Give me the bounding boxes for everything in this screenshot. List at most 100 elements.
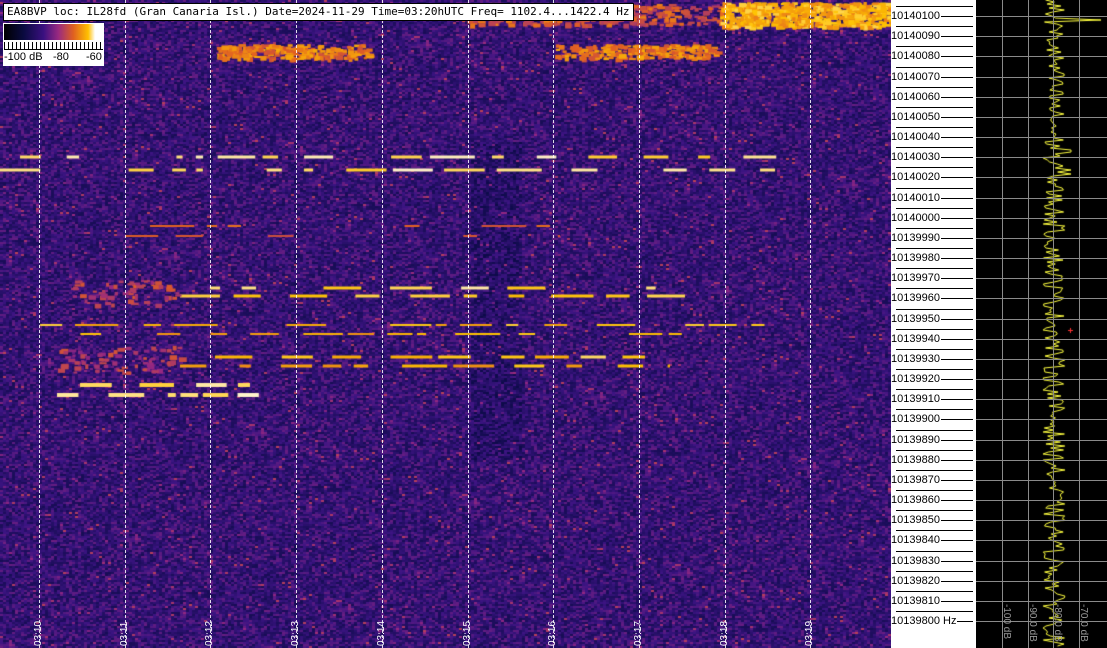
freq-tick-minor (896, 510, 973, 511)
power-gridline (976, 561, 1107, 562)
spectrogram (0, 0, 891, 648)
power-gridline (976, 379, 1107, 380)
color-scale-legend: -100 dB -80 -60 (3, 23, 104, 66)
time-gridline (639, 0, 640, 648)
freq-tick-minor (896, 611, 973, 612)
freq-label: 10139930 (891, 353, 941, 365)
freq-tick-minor (896, 228, 973, 229)
power-gridline (976, 298, 1107, 299)
power-db-label: -70.0 dB (1078, 604, 1089, 642)
power-gridline (976, 56, 1107, 57)
time-gridline (125, 0, 126, 648)
freq-tick-minor (896, 288, 973, 289)
freq-tick-minor (896, 188, 973, 189)
power-gridline (976, 520, 1107, 521)
time-gridline (468, 0, 469, 648)
power-gridline (976, 419, 1107, 420)
time-label: 03:13 (290, 620, 301, 646)
freq-tick-minor (896, 430, 973, 431)
power-gridline (976, 238, 1107, 239)
freq-label: 10139970 (891, 272, 941, 284)
power-gridline (976, 500, 1107, 501)
freq-label: 10139990 (891, 232, 941, 244)
time-gridline (39, 0, 40, 648)
freq-label: 10139910 (891, 393, 941, 405)
power-gridline (976, 177, 1107, 178)
freq-tick-minor (896, 6, 973, 7)
power-gridline (976, 440, 1107, 441)
freq-label: 10139820 (891, 575, 941, 587)
freq-tick-minor (896, 87, 973, 88)
freq-tick-minor (896, 490, 973, 491)
color-scale-ticks (4, 42, 103, 50)
freq-label: 10140010 (891, 192, 941, 204)
scale-label-mid: -80 (53, 51, 69, 63)
freq-label: 10140020 (891, 171, 941, 183)
freq-tick-minor (896, 26, 973, 27)
time-label: 03:18 (719, 620, 730, 646)
grabber-header: EA8BVP loc: IL28fd (Gran Canaria Isl.) D… (3, 3, 634, 21)
freq-tick-minor (896, 329, 973, 330)
freq-label: 10140080 (891, 50, 941, 62)
freq-tick-minor (896, 107, 973, 108)
time-label: 03:16 (547, 620, 558, 646)
freq-label: 10139920 (891, 373, 941, 385)
freq-label: 10139950 (891, 313, 941, 325)
power-gridline (976, 97, 1107, 98)
freq-tick-minor (896, 470, 973, 471)
freq-tick-minor (896, 46, 973, 47)
freq-label: 10139960 (891, 292, 941, 304)
power-gridline (976, 359, 1107, 360)
freq-tick-minor (896, 67, 973, 68)
power-gridline (976, 16, 1107, 17)
freq-label: 10140060 (891, 91, 941, 103)
freq-label: 10139800 Hz (891, 615, 958, 627)
freq-label: 10140070 (891, 71, 941, 83)
time-label: 03:10 (33, 620, 44, 646)
freq-tick-minor (896, 268, 973, 269)
power-db-label: -90.0 dB (1027, 604, 1038, 642)
freq-tick-minor (896, 349, 973, 350)
freq-label: 10140100 (891, 10, 941, 22)
power-gridline (976, 540, 1107, 541)
power-gridline (976, 36, 1107, 37)
time-gridline (725, 0, 726, 648)
freq-tick-minor (896, 147, 973, 148)
power-gridline (976, 319, 1107, 320)
freq-label: 10140040 (891, 131, 941, 143)
color-scale-gradient (4, 24, 103, 40)
freq-label: 10140000 (891, 212, 941, 224)
freq-label: 10139900 (891, 413, 941, 425)
freq-tick-minor (896, 409, 973, 410)
freq-tick-minor (896, 571, 973, 572)
freq-label: 10139810 (891, 595, 941, 607)
power-gridline (976, 157, 1107, 158)
power-gridline (976, 117, 1107, 118)
freq-tick-minor (896, 127, 973, 128)
freq-label: 10139840 (891, 534, 941, 546)
freq-tick-minor (896, 167, 973, 168)
power-gridline (976, 218, 1107, 219)
freq-label: 10139890 (891, 434, 941, 446)
freq-label: 10140030 (891, 151, 941, 163)
power-gridline (976, 198, 1107, 199)
freq-tick-minor (896, 551, 973, 552)
freq-label: 10139980 (891, 252, 941, 264)
power-gridline (976, 258, 1107, 259)
grabber-window: 03:10 03:11 03:12 03:13 03:14 03:15 03:16 03:17… (0, 0, 1107, 648)
freq-label: 10140050 (891, 111, 941, 123)
freq-label: 10140090 (891, 30, 941, 42)
scale-label-max: -60 (86, 51, 102, 63)
freq-label: 10139870 (891, 474, 941, 486)
freq-tick-minor (896, 530, 973, 531)
power-gridline (976, 581, 1107, 582)
scale-label-min: -100 dB (4, 51, 43, 63)
time-gridline (810, 0, 811, 648)
time-gridline (382, 0, 383, 648)
power-gridline (976, 399, 1107, 400)
time-label: 03:17 (633, 620, 644, 646)
freq-label: 10139860 (891, 494, 941, 506)
freq-tick-minor (896, 389, 973, 390)
freq-label: 10139830 (891, 555, 941, 567)
freq-tick-minor (896, 369, 973, 370)
